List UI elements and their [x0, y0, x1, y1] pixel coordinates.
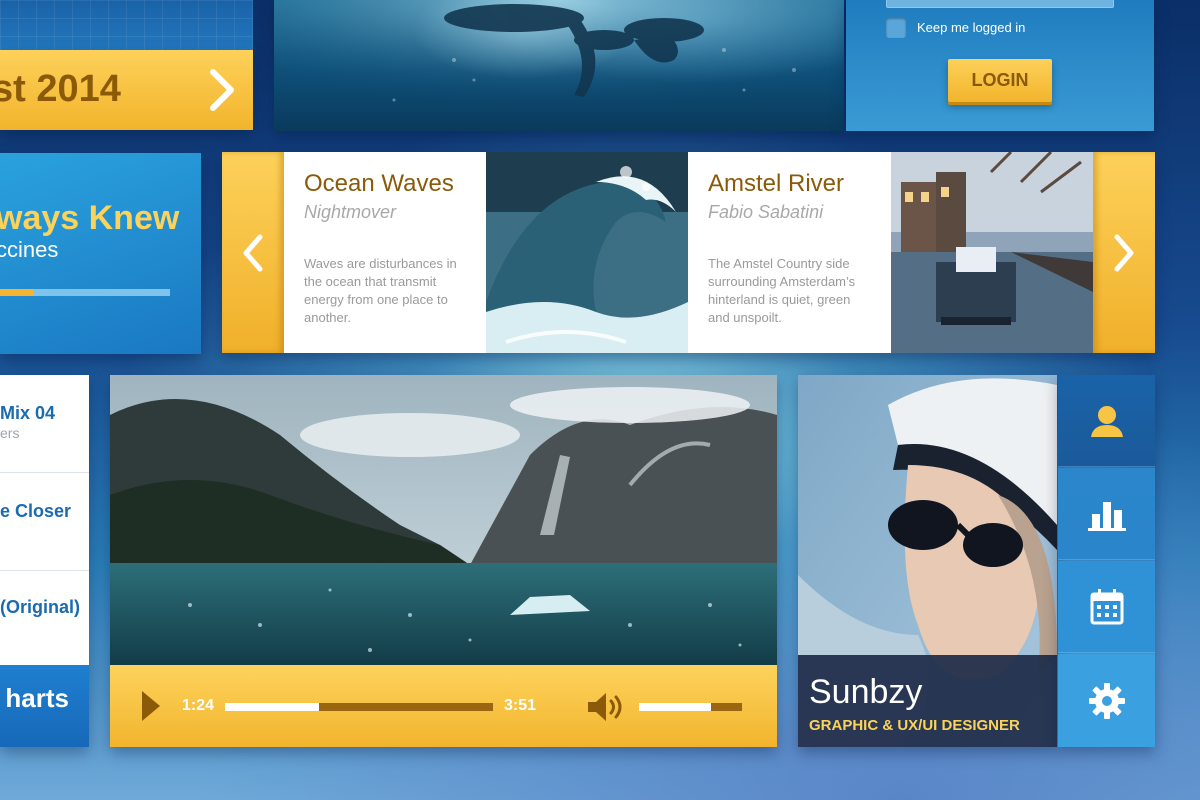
- progress-bar-fill: [225, 703, 319, 711]
- slide-1-text[interactable]: Ocean Waves Nightmover Waves are disturb…: [284, 152, 486, 353]
- slide-title: Amstel River: [708, 170, 845, 197]
- canal-image[interactable]: [891, 152, 1093, 353]
- chevron-right-icon[interactable]: [201, 64, 241, 116]
- keep-logged-in-label: Keep me logged in: [917, 20, 1026, 35]
- swimmers-illustration: [274, 0, 844, 131]
- profile-menu: [1058, 375, 1155, 747]
- profile-menu-user[interactable]: [1058, 375, 1155, 467]
- profile-role: GRAPHIC & UX/UI DESIGNER: [809, 717, 1020, 734]
- chevron-left-icon: [243, 234, 263, 271]
- profile-menu-calendar[interactable]: [1058, 561, 1155, 653]
- playlist-item-title: e Closer: [0, 501, 72, 521]
- progress-bar[interactable]: [225, 703, 493, 711]
- carousel-prev-button[interactable]: [222, 152, 284, 353]
- promo-card-progress-track: [0, 289, 170, 296]
- gear-icon: [1088, 682, 1125, 719]
- password-field[interactable]: [886, 0, 1114, 8]
- slide-description: Waves are disturbances in the ocean that…: [304, 256, 457, 325]
- volume-slider-fill: [639, 703, 712, 711]
- promo-banner[interactable]: st 2014: [0, 50, 253, 130]
- profile-name: Sunbzy: [809, 673, 923, 711]
- promo-card[interactable]: ways Knew ccines: [0, 153, 201, 354]
- playlist-item[interactable]: Mix 04 ers: [0, 375, 89, 473]
- slide-author: Nightmover: [304, 202, 397, 222]
- video-frame[interactable]: [110, 375, 777, 665]
- speaker-icon[interactable]: [586, 691, 626, 723]
- playlist-item[interactable]: (Original): [0, 571, 89, 669]
- slide-title: Ocean Waves: [304, 170, 454, 197]
- promo-card-subtitle: ccines: [0, 237, 59, 262]
- volume-slider[interactable]: [639, 703, 742, 711]
- playlist-item-subtitle: ers: [0, 425, 20, 441]
- carousel: Ocean Waves Nightmover Waves are disturb…: [222, 152, 1155, 353]
- promo-header-strip: [0, 0, 253, 50]
- login-button[interactable]: LOGIN: [948, 59, 1052, 102]
- bar-chart-icon: [1087, 501, 1126, 531]
- profile-menu-stats[interactable]: [1058, 468, 1155, 560]
- play-icon[interactable]: [140, 689, 162, 723]
- calendar-icon: [1090, 588, 1123, 624]
- playlist-item[interactable]: e Closer: [0, 473, 89, 571]
- promo-card-progress-fill: [0, 289, 34, 296]
- slide-description: The Amstel Country side surrounding Amst…: [708, 256, 856, 325]
- playlist: Mix 04 ers e Closer (Original) harts: [0, 375, 89, 747]
- playlist-footer[interactable]: harts: [0, 665, 89, 747]
- hero-underwater-image: [274, 0, 844, 131]
- slide-2-text[interactable]: Amstel River Fabio Sabatini The Amstel C…: [688, 152, 890, 353]
- video-controls: 1:24 3:51: [110, 665, 777, 747]
- video-player: 1:24 3:51: [110, 375, 777, 747]
- user-icon: [1090, 405, 1123, 437]
- duration-time: 3:51: [504, 697, 537, 714]
- current-time: 1:24: [182, 697, 215, 714]
- playlist-item-title: Mix 04: [0, 403, 56, 423]
- chevron-right-icon: [1114, 234, 1134, 271]
- playlist-footer-label: harts: [5, 683, 69, 713]
- playlist-item-title: (Original): [0, 597, 80, 617]
- carousel-next-button[interactable]: [1093, 152, 1155, 353]
- profile-photo: Sunbzy GRAPHIC & UX/UI DESIGNER: [798, 375, 1057, 747]
- promo-banner-text: st 2014: [0, 68, 121, 110]
- slide-author: Fabio Sabatini: [708, 202, 824, 222]
- keep-logged-in-checkbox[interactable]: [886, 18, 906, 38]
- login-panel: Keep me logged in LOGIN: [846, 0, 1154, 131]
- profile-caption: Sunbzy GRAPHIC & UX/UI DESIGNER: [798, 655, 1057, 747]
- wave-image[interactable]: [486, 152, 688, 353]
- promo-card-title: ways Knew: [0, 199, 180, 237]
- profile-menu-settings[interactable]: [1058, 654, 1155, 747]
